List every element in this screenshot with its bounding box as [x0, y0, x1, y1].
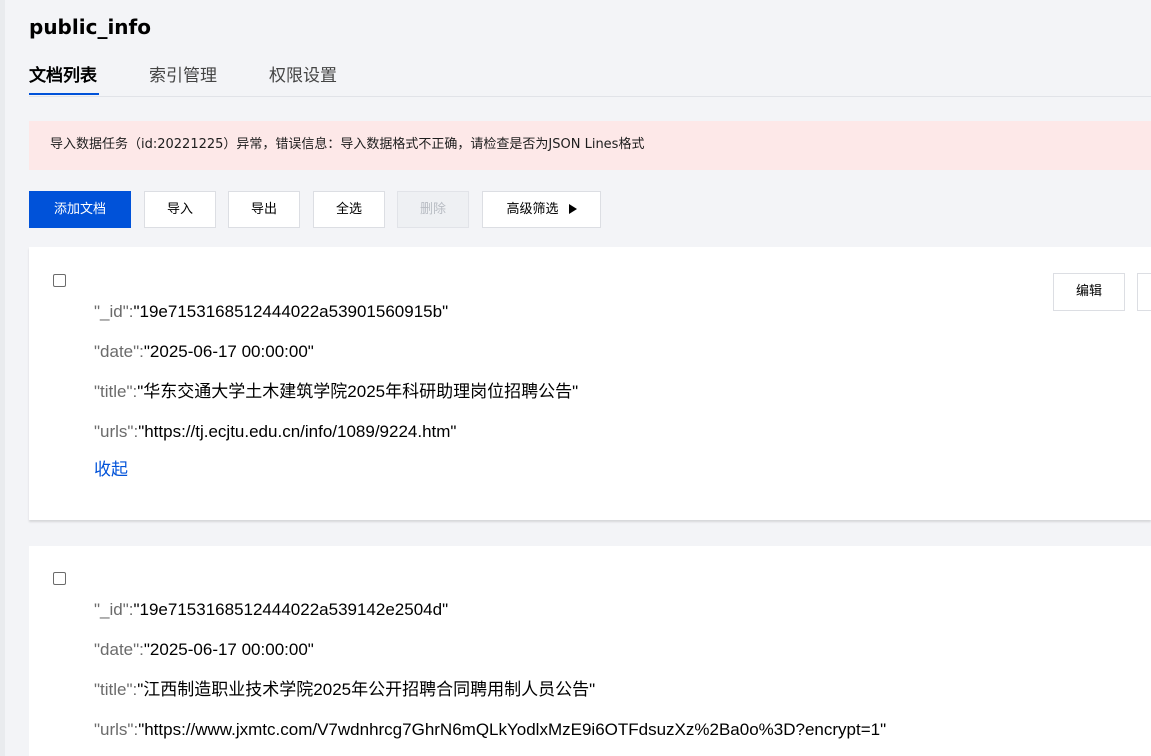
tab-bar: 文档列表 索引管理 权限设置 [29, 62, 1151, 97]
delete-button: 删除 [397, 191, 469, 228]
export-button[interactable]: 导出 [228, 191, 300, 228]
field-key: "title": [94, 382, 138, 401]
field-id: "_id":"19e7153168512444022a539142e2504d" [94, 599, 448, 621]
field-value: "2025-06-17 00:00:00" [143, 640, 314, 659]
field-key: "date": [94, 342, 144, 361]
field-key: "urls": [94, 422, 139, 441]
active-tab-indicator [29, 93, 99, 95]
field-title: "title":"江西制造职业技术学院2025年公开招聘合同聘用制人员公告" [94, 679, 595, 701]
field-key: "_id": [94, 302, 134, 321]
partial-action-button[interactable] [1137, 273, 1151, 311]
field-value: "2025-06-17 00:00:00" [143, 342, 314, 361]
select-all-button[interactable]: 全选 [313, 191, 385, 228]
field-urls: "urls":"https://tj.ecjtu.edu.cn/info/108… [94, 421, 456, 443]
field-key: "urls": [94, 720, 139, 739]
field-title: "title":"华东交通大学土木建筑学院2025年科研助理岗位招聘公告" [94, 381, 578, 403]
document-card: "_id":"19e7153168512444022a53901560915b"… [29, 247, 1151, 520]
field-value: "华东交通大学土木建筑学院2025年科研助理岗位招聘公告" [137, 382, 579, 401]
edit-button[interactable]: 编辑 [1053, 273, 1125, 311]
advanced-filter-button[interactable]: 高级筛选 [482, 191, 601, 228]
field-value: "https://www.jxmtc.com/V7wdnhrcg7GhrN6mQ… [138, 720, 887, 739]
error-alert: 导入数据任务（id:20221225）异常，错误信息：导入数据格式不正确，请检查… [29, 121, 1151, 170]
collapse-link[interactable]: 收起 [94, 459, 128, 481]
field-value: "19e7153168512444022a53901560915b" [133, 302, 449, 321]
field-key: "_id": [94, 600, 134, 619]
tab-index-management[interactable]: 索引管理 [149, 64, 217, 88]
document-checkbox[interactable] [53, 572, 66, 585]
field-urls: "urls":"https://www.jxmtc.com/V7wdnhrcg7… [94, 719, 886, 741]
advanced-filter-label: 高级筛选 [506, 202, 559, 217]
tab-document-list[interactable]: 文档列表 [29, 64, 97, 88]
alert-message: 导入数据任务（id:20221225）异常，错误信息：导入数据格式不正确，请检查… [50, 137, 645, 152]
field-value: "https://tj.ecjtu.edu.cn/info/1089/9224.… [138, 422, 457, 441]
document-card: "_id":"19e7153168512444022a539142e2504d"… [29, 546, 1151, 756]
document-checkbox[interactable] [53, 274, 66, 287]
field-id: "_id":"19e7153168512444022a53901560915b" [94, 301, 448, 323]
field-key: "title": [94, 680, 138, 699]
left-border [0, 0, 5, 756]
field-value: "19e7153168512444022a539142e2504d" [133, 600, 449, 619]
add-document-button[interactable]: 添加文档 [29, 191, 131, 228]
field-date: "date":"2025-06-17 00:00:00" [94, 341, 314, 363]
field-value: "江西制造职业技术学院2025年公开招聘合同聘用制人员公告" [137, 680, 596, 699]
page-title: public_info [29, 15, 151, 39]
tab-permission-settings[interactable]: 权限设置 [269, 64, 337, 88]
field-date: "date":"2025-06-17 00:00:00" [94, 639, 314, 661]
import-button[interactable]: 导入 [144, 191, 216, 228]
field-key: "date": [94, 640, 144, 659]
play-triangle-icon [568, 204, 577, 214]
